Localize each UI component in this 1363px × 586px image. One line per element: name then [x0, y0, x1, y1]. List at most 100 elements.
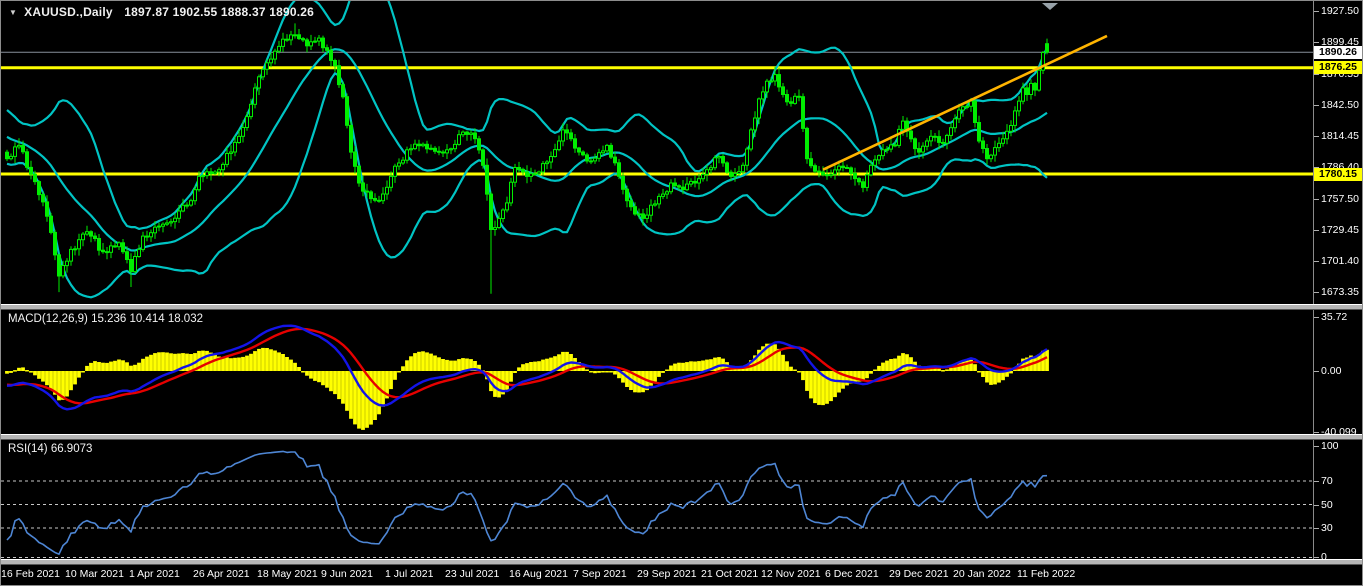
- candle-body: [454, 144, 457, 148]
- macd-histogram-bar: [233, 358, 237, 371]
- candle-body: [26, 152, 29, 168]
- macd-histogram-bar: [133, 365, 137, 371]
- date-label: 7 Sep 2021: [573, 568, 627, 580]
- macd-histogram-bar: [105, 363, 109, 371]
- macd-tick-mark: [1314, 317, 1319, 318]
- date-label: 23 Jul 2021: [445, 568, 499, 580]
- macd-histogram-bar: [301, 371, 305, 373]
- chart-ohlc-values: 1897.87 1902.55 1888.37 1890.26: [124, 5, 314, 19]
- macd-histogram-bar: [885, 361, 889, 371]
- candle-body: [30, 167, 33, 174]
- rsi-tick-label: 70: [1321, 475, 1333, 487]
- candle-body: [558, 141, 561, 150]
- price-tick-label: 1701.40: [1321, 255, 1359, 267]
- macd-histogram-bar: [809, 371, 813, 398]
- macd-histogram-bar: [681, 363, 685, 371]
- macd-histogram-bar: [29, 371, 33, 373]
- macd-histogram-bar: [401, 366, 405, 371]
- macd-histogram-bar: [497, 371, 501, 397]
- candle-body: [918, 149, 921, 153]
- current-price-box: 1890.26: [1314, 46, 1363, 59]
- candle-body: [694, 181, 697, 183]
- candle-body: [342, 85, 345, 97]
- scroll-to-end-marker-icon[interactable]: [1042, 3, 1058, 10]
- macd-histogram-bar: [37, 371, 41, 379]
- candle-body: [530, 174, 533, 177]
- price-chart-canvas[interactable]: [1, 1, 1313, 304]
- candle-body: [566, 130, 569, 133]
- candle-body: [1002, 139, 1005, 144]
- candle-body: [242, 128, 245, 137]
- candle-body: [262, 69, 265, 77]
- macd-histogram-bar: [77, 371, 81, 378]
- macd-histogram-bar: [981, 371, 985, 377]
- macd-histogram-bar: [565, 352, 569, 371]
- macd-histogram-bar: [685, 362, 689, 371]
- date-label: 1 Jul 2021: [385, 568, 433, 580]
- candle-body: [878, 156, 881, 160]
- candle-body: [642, 214, 645, 219]
- macd-histogram-bar: [9, 371, 13, 373]
- candle-body: [58, 255, 61, 276]
- chart-symbol-period: XAUUSD.,Daily: [24, 5, 113, 19]
- macd-histogram-bar: [525, 363, 529, 371]
- macd-histogram-bar: [665, 370, 669, 372]
- macd-histogram-bar: [781, 355, 785, 371]
- candle-body: [1022, 88, 1025, 101]
- price-tick-label: 1814.45: [1321, 130, 1359, 142]
- candle-body: [714, 158, 717, 168]
- candle-body: [370, 192, 373, 199]
- candle-body: [422, 144, 425, 145]
- candle-body: [562, 130, 565, 141]
- candle-body: [866, 175, 869, 188]
- macd-histogram-bar: [461, 358, 465, 371]
- rsi-tick-mark: [1314, 528, 1319, 529]
- candle-body: [610, 145, 613, 157]
- candle-body: [798, 96, 801, 97]
- candle-body: [194, 190, 197, 201]
- price-axis[interactable]: 1927.501899.451870.551842.501814.451786.…: [1314, 1, 1363, 565]
- candle-body: [986, 149, 989, 159]
- candle-body: [618, 163, 621, 177]
- macd-histogram-bar: [789, 367, 793, 371]
- macd-histogram-bar: [73, 371, 77, 384]
- date-label: 1 Apr 2021: [129, 568, 180, 580]
- candle-body: [650, 205, 653, 215]
- candle-body: [134, 257, 137, 272]
- macd-histogram-bar: [261, 348, 265, 371]
- candle-body: [658, 196, 661, 204]
- macd-histogram-bar: [701, 361, 705, 372]
- macd-histogram-bar: [425, 352, 429, 371]
- candle-body: [358, 166, 361, 183]
- candle-body: [18, 145, 21, 147]
- macd-panel-canvas[interactable]: [1, 310, 1313, 434]
- macd-histogram-bar: [317, 371, 321, 382]
- panel-separator-macd[interactable]: [1, 304, 1363, 310]
- rsi-panel-canvas[interactable]: [1, 440, 1313, 559]
- candle-body: [238, 136, 241, 142]
- date-label: 16 Aug 2021: [509, 568, 568, 580]
- candle-body: [234, 142, 237, 152]
- candle-body: [822, 172, 825, 175]
- candle-body: [882, 150, 885, 156]
- panel-separator-rsi[interactable]: [1, 434, 1363, 440]
- candle-body: [462, 132, 465, 135]
- macd-histogram-bar: [101, 363, 105, 371]
- candle-body: [298, 35, 301, 39]
- macd-histogram-bar: [937, 369, 941, 371]
- macd-histogram-bar: [609, 371, 613, 373]
- candle-body: [862, 182, 865, 188]
- chart-dropdown-icon[interactable]: ▼: [9, 8, 17, 17]
- candle-body: [574, 139, 577, 148]
- macd-histogram-bar: [269, 349, 273, 371]
- candle-body: [578, 148, 581, 152]
- macd-histogram-bar: [305, 371, 309, 376]
- macd-histogram-bar: [641, 371, 645, 392]
- candle-body: [398, 163, 401, 166]
- candle-body: [810, 159, 813, 166]
- time-axis[interactable]: 16 Feb 202110 Mar 20211 Apr 202126 Apr 2…: [1, 565, 1314, 586]
- candle-body: [758, 99, 761, 118]
- macd-histogram-bar: [161, 352, 165, 371]
- panel-separator-dates[interactable]: [1, 559, 1363, 565]
- candle-body: [382, 194, 385, 201]
